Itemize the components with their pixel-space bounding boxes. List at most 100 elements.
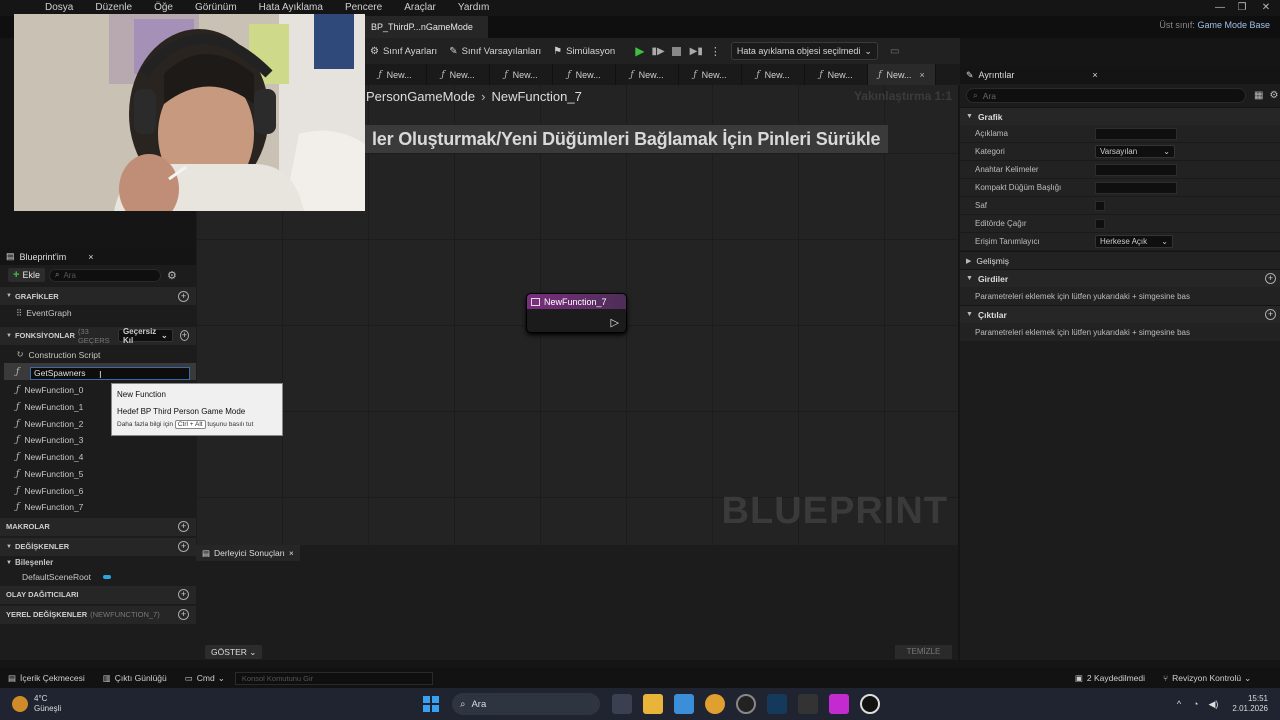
function-tab-active[interactable]: ƒ New... × xyxy=(868,64,936,85)
override-select[interactable]: Geçersiz Kıl ⌄ xyxy=(117,327,173,345)
clock[interactable]: 15:51 2.01.2026 xyxy=(1232,694,1268,714)
show-button[interactable]: GÖSTER ⌄ xyxy=(205,645,263,659)
app-icon[interactable] xyxy=(829,694,850,714)
close-tab-icon[interactable]: × xyxy=(289,548,294,558)
section-event-dispatchers[interactable]: OLAY DAĞITICILARI + xyxy=(0,585,196,604)
function-item[interactable]: ƒ NewFunction_5 xyxy=(0,466,196,483)
volume-icon[interactable]: ◀) xyxy=(1208,699,1218,710)
function-entry-node[interactable]: NewFunction_7 ▷ xyxy=(526,293,627,333)
taskbar-search[interactable]: ⌕ Ara xyxy=(452,693,601,715)
function-tab[interactable]: ƒ New... xyxy=(364,64,427,85)
file-explorer-icon[interactable] xyxy=(643,694,664,714)
details-search-input[interactable]: ⌕ Ara xyxy=(966,88,1246,103)
tray-chevron-icon[interactable]: ^ xyxy=(1177,699,1181,709)
stop-icon[interactable] xyxy=(671,46,681,56)
simulation-button[interactable]: ⚑ Simülasyon xyxy=(553,46,615,57)
event-graph-item[interactable]: ⠿ EventGraph xyxy=(0,305,196,322)
step-icon[interactable]: ▮▶ xyxy=(651,46,664,57)
section-local-variables[interactable]: YEREL DEĞİŞKENLER (NEWFUNCTION_7) + xyxy=(0,605,196,624)
components-category[interactable]: ▼ Bileşenler xyxy=(0,556,196,570)
function-tab[interactable]: ƒ New... xyxy=(553,64,616,85)
section-inputs[interactable]: ▼ Girdiler + xyxy=(960,269,1280,287)
find-icon[interactable]: ▭ xyxy=(890,46,899,57)
add-variable-icon[interactable]: + xyxy=(178,541,189,553)
add-macro-icon[interactable]: + xyxy=(178,521,189,533)
close-tab-icon[interactable]: × xyxy=(920,70,925,80)
network-icon[interactable]: ◔ xyxy=(1193,699,1198,709)
parent-class-link[interactable]: Game Mode Base xyxy=(1197,20,1270,30)
add-function-icon[interactable]: + xyxy=(179,330,190,342)
function-tab[interactable]: ƒ New... xyxy=(742,64,805,85)
menu-tools[interactable]: Araçlar xyxy=(393,0,447,16)
default-scene-root-item[interactable]: DefaultSceneRoot xyxy=(0,570,196,584)
add-output-icon[interactable]: + xyxy=(1265,309,1276,320)
minimize-button[interactable]: — xyxy=(1208,0,1232,16)
blueprint-document-tab[interactable]: BP_ThirdP...nGameMode •× xyxy=(364,16,488,54)
access-select[interactable]: Herkese Açık ⌄ xyxy=(1095,235,1173,248)
unreal-engine-icon[interactable] xyxy=(860,694,881,714)
store-icon[interactable] xyxy=(674,694,695,714)
table-view-icon[interactable]: ▦ xyxy=(1254,90,1263,101)
task-view-icon[interactable] xyxy=(612,694,633,714)
output-log-button[interactable]: ▥ Çıktı Günlüğü xyxy=(103,673,167,684)
function-tab[interactable]: ƒ New... xyxy=(427,64,490,85)
section-functions[interactable]: ▼ FONKSİYONLAR (33 GEÇERS Geçersiz Kıl ⌄ + xyxy=(0,326,196,345)
close-panel-icon[interactable]: × xyxy=(1092,70,1097,80)
add-button[interactable]: + Ekle xyxy=(8,268,45,282)
section-variables[interactable]: ▼ DEĞİŞKENLER + xyxy=(0,537,196,556)
steam-icon[interactable] xyxy=(767,694,788,714)
function-tab[interactable]: ƒ New... xyxy=(679,64,742,85)
section-advanced[interactable]: ▶ Gelişmiş xyxy=(960,251,1280,269)
pure-checkbox[interactable] xyxy=(1095,200,1105,211)
menu-help[interactable]: Yardım xyxy=(447,0,501,16)
chrome-icon[interactable] xyxy=(705,694,726,714)
function-item[interactable]: ƒ NewFunction_6 xyxy=(0,482,196,499)
gear-icon[interactable]: ⚙ xyxy=(1269,90,1278,101)
more-options-icon[interactable]: ⋮ xyxy=(710,45,721,58)
class-settings-button[interactable]: ⚙ Sınıf Ayarları xyxy=(370,46,437,57)
epic-games-icon[interactable] xyxy=(798,694,819,714)
play-icon[interactable]: ▶ xyxy=(635,44,644,58)
section-macros[interactable]: MAKROLAR + xyxy=(0,517,196,536)
class-defaults-button[interactable]: ✎ Sınıf Varsayılanları xyxy=(449,46,541,57)
console-input[interactable]: Konsol Komutunu Gir xyxy=(234,671,433,685)
exec-pin-icon[interactable]: ▷ xyxy=(611,316,619,329)
function-tab[interactable]: ƒ New... xyxy=(805,64,868,85)
breadcrumb-parent[interactable]: PersonGameMode xyxy=(366,89,475,104)
maximize-button[interactable]: ❐ xyxy=(1230,0,1254,16)
clear-button[interactable]: TEMİZLE xyxy=(895,645,952,659)
function-tab[interactable]: ƒ New... xyxy=(616,64,679,85)
skip-icon[interactable]: ▶▮ xyxy=(690,46,703,57)
start-icon[interactable] xyxy=(421,694,441,714)
content-drawer-button[interactable]: ▤ İçerik Çekmecesi xyxy=(8,673,85,684)
function-item[interactable]: ƒ NewFunction_4 xyxy=(0,449,196,466)
unsaved-button[interactable]: ▣ 2 Kaydedilmedi xyxy=(1075,673,1145,684)
add-graph-icon[interactable]: + xyxy=(178,290,189,302)
compiler-results-tab[interactable]: ▤ Derleyici Sonuçları × xyxy=(196,545,300,561)
section-graph[interactable]: ▼ Grafik xyxy=(960,107,1280,125)
breadcrumb-current[interactable]: NewFunction_7 xyxy=(491,89,581,104)
add-dispatcher-icon[interactable]: + xyxy=(178,589,189,601)
function-rename-input[interactable]: GetSpawners xyxy=(30,367,190,380)
debug-object-select[interactable]: Hata ayıklama objesi seçilmedi ⌄ xyxy=(730,42,878,60)
function-tab[interactable]: ƒ New... xyxy=(490,64,553,85)
description-field[interactable] xyxy=(1095,127,1177,140)
function-item[interactable]: ƒ NewFunction_7 xyxy=(0,499,196,516)
obs-icon[interactable] xyxy=(736,694,757,714)
add-input-icon[interactable]: + xyxy=(1265,273,1276,284)
call-in-editor-checkbox[interactable] xyxy=(1095,218,1105,229)
category-select[interactable]: Varsayılan ⌄ xyxy=(1095,145,1175,158)
add-local-variable-icon[interactable]: + xyxy=(178,609,189,621)
close-window-button[interactable]: ✕ xyxy=(1254,0,1278,16)
close-panel-icon[interactable]: × xyxy=(88,252,93,262)
compact-title-field[interactable] xyxy=(1095,181,1177,194)
revision-control-button[interactable]: ⑂ Revizyon Kontrolü ⌄ xyxy=(1163,673,1251,684)
cmd-select[interactable]: ▭ Cmd ⌄ xyxy=(185,673,225,684)
weather-widget[interactable]: 4°C Güneşli xyxy=(34,694,61,714)
keywords-field[interactable] xyxy=(1095,163,1177,176)
section-outputs[interactable]: ▼ Çıktılar + xyxy=(960,305,1280,323)
construction-script-item[interactable]: ↻ Construction Script xyxy=(0,347,196,364)
gear-icon[interactable]: ⚙ xyxy=(167,269,177,282)
blueprint-search-input[interactable]: ⌕ Ara xyxy=(48,268,161,282)
section-graphs[interactable]: ▼ GRAFİKLER + xyxy=(0,287,196,305)
